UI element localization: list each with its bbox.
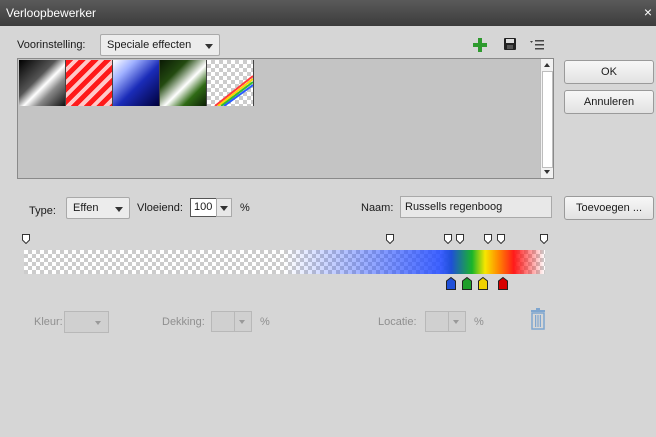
save-icon[interactable] (503, 37, 517, 51)
preset-dropdown[interactable]: Speciale effecten (100, 34, 220, 56)
chevron-down-icon (453, 320, 459, 324)
name-input[interactable]: Russells regenboog (400, 196, 552, 218)
opacity-input (211, 311, 235, 332)
chevron-down-icon (239, 320, 245, 324)
color-label: Kleur: (34, 316, 63, 328)
close-icon[interactable]: × (644, 4, 652, 20)
smoothness-label: Vloeiend: (137, 202, 183, 214)
smoothness-dropdown[interactable] (216, 198, 232, 217)
preset-scrollbar[interactable] (540, 59, 553, 178)
color-stop-yellow[interactable] (478, 277, 488, 290)
ok-button[interactable]: OK (564, 60, 654, 84)
opacity-dropdown (234, 311, 252, 332)
chevron-down-icon (95, 321, 101, 325)
gradient-bar[interactable] (24, 250, 545, 274)
chevron-down-icon (220, 206, 228, 211)
preset-swatch-blue[interactable] (113, 60, 160, 106)
preset-swatch-green[interactable] (160, 60, 207, 106)
name-value: Russells regenboog (405, 201, 503, 213)
preset-swatch-black-white[interactable] (19, 60, 66, 106)
smoothness-input[interactable]: 100 (190, 198, 217, 217)
add-button[interactable]: Toevoegen ... (564, 196, 654, 220)
opacity-stop[interactable] (456, 234, 464, 244)
smoothness-unit: % (240, 202, 250, 214)
menu-icon[interactable] (530, 38, 546, 52)
preset-list[interactable] (17, 58, 554, 179)
title-bar: Verloopbewerker × (0, 0, 656, 26)
opacity-stop[interactable] (484, 234, 492, 244)
color-stop-green[interactable] (462, 277, 472, 290)
color-picker (64, 311, 109, 333)
trash-icon (529, 308, 547, 330)
opacity-stop[interactable] (22, 234, 30, 244)
location-dropdown (448, 311, 466, 332)
plus-icon[interactable] (473, 38, 487, 52)
location-input (425, 311, 449, 332)
opacity-unit: % (260, 316, 270, 328)
preset-label: Voorinstelling: (17, 39, 86, 51)
opacity-label: Dekking: (162, 316, 205, 328)
name-label: Naam: (361, 202, 394, 214)
type-value: Effen (73, 202, 99, 214)
chevron-down-icon (205, 44, 213, 49)
scroll-thumb[interactable] (542, 71, 553, 168)
location-unit: % (474, 316, 484, 328)
type-label: Type: (29, 205, 56, 217)
preset-swatch-red-stripes[interactable] (66, 60, 113, 106)
preset-swatch-rainbow[interactable] (207, 60, 254, 106)
chevron-down-icon (115, 207, 123, 212)
color-stop-blue[interactable] (446, 277, 456, 290)
scroll-up-icon[interactable] (544, 63, 550, 67)
preset-value: Speciale effecten (107, 39, 192, 51)
cancel-button[interactable]: Annuleren (564, 90, 654, 114)
opacity-stop[interactable] (497, 234, 505, 244)
color-stop-red[interactable] (498, 277, 508, 290)
type-dropdown[interactable]: Effen (66, 197, 130, 219)
location-label: Locatie: (378, 316, 417, 328)
window-title: Verloopbewerker (6, 6, 97, 20)
opacity-stop[interactable] (386, 234, 394, 244)
opacity-stop[interactable] (540, 234, 548, 244)
scroll-down-icon[interactable] (544, 170, 550, 174)
smoothness-value: 100 (194, 201, 213, 213)
opacity-stop[interactable] (444, 234, 452, 244)
